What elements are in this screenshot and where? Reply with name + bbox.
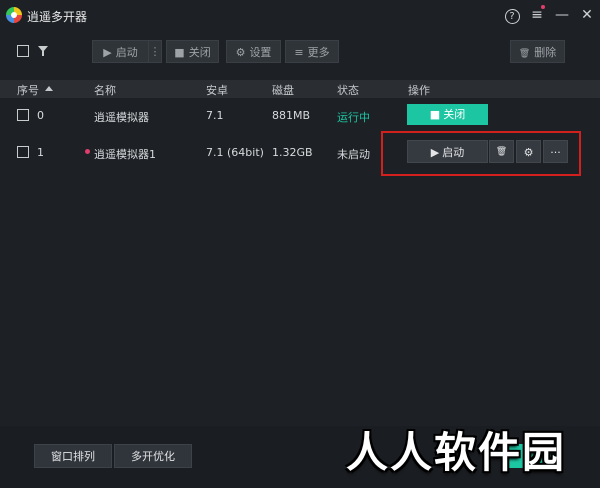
notification-dot <box>541 5 545 9</box>
close-icon[interactable]: ✕ <box>577 5 597 25</box>
row-name: 逍遥模拟器1 <box>94 148 156 161</box>
start-label: 启动 <box>115 46 138 59</box>
highlight-annotation-box <box>381 131 581 176</box>
delete-label: 删除 <box>534 46 557 59</box>
stop-icon: ■ <box>174 46 185 59</box>
start-more-button[interactable]: ⋮ <box>148 40 162 63</box>
sort-asc-icon[interactable] <box>45 86 53 91</box>
window-arrange-button[interactable]: 窗口排列 <box>34 444 112 468</box>
row-name: 逍遥模拟器 <box>94 111 149 124</box>
row-index: 1 <box>37 146 44 159</box>
help-icon[interactable]: ? <box>502 5 522 25</box>
header-name: 名称 <box>94 84 116 97</box>
row-disk: 881MB <box>272 109 311 122</box>
stop-button[interactable]: ■ 关闭 <box>166 40 219 63</box>
filter-icon-stem <box>42 51 44 56</box>
select-all-checkbox[interactable] <box>17 45 29 57</box>
more-button[interactable]: ≡ 更多 <box>285 40 339 63</box>
app-logo-icon <box>6 7 22 23</box>
row-android: 7.1 (64bit) <box>206 146 264 159</box>
more-label: 更多 <box>307 46 330 59</box>
row-close-button[interactable]: ■ 关闭 <box>407 104 488 125</box>
watermark: 人人软件园 <box>346 419 596 479</box>
new-indicator-dot <box>85 149 90 154</box>
settings-button[interactable]: ⚙ 设置 <box>226 40 281 63</box>
header-ops: 操作 <box>408 84 430 97</box>
header-disk: 磁盘 <box>272 84 294 97</box>
row-checkbox[interactable] <box>17 146 29 158</box>
row-status: 运行中 <box>337 111 370 124</box>
multi-optimize-button[interactable]: 多开优化 <box>114 444 192 468</box>
row-checkbox[interactable] <box>17 109 29 121</box>
row-disk: 1.32GB <box>272 146 313 159</box>
delete-button[interactable]: 🗑 删除 <box>510 40 565 63</box>
row-index: 0 <box>37 109 44 122</box>
settings-label: 设置 <box>249 46 272 59</box>
play-icon: ▶ <box>103 46 112 59</box>
stop-label: 关闭 <box>188 46 211 59</box>
row-close-label: 关闭 <box>443 108 466 121</box>
trash-icon: 🗑 <box>518 49 531 59</box>
table-header <box>0 80 600 98</box>
header-index[interactable]: 序号 <box>17 82 39 98</box>
minimize-icon[interactable]: — <box>552 5 572 25</box>
watermark-text: 人人软件园 <box>346 428 567 477</box>
start-button[interactable]: ▶ 启动 <box>92 40 149 63</box>
row-android: 7.1 <box>206 109 224 122</box>
app-title: 逍遥多开器 <box>27 10 88 24</box>
header-status: 状态 <box>337 84 359 97</box>
row-status: 未启动 <box>337 148 370 161</box>
stop-icon: ■ <box>429 108 441 121</box>
list-icon: ≡ <box>294 46 304 59</box>
help-glyph: ? <box>504 9 520 24</box>
header-android: 安卓 <box>206 84 228 97</box>
gear-icon: ⚙ <box>235 46 246 59</box>
